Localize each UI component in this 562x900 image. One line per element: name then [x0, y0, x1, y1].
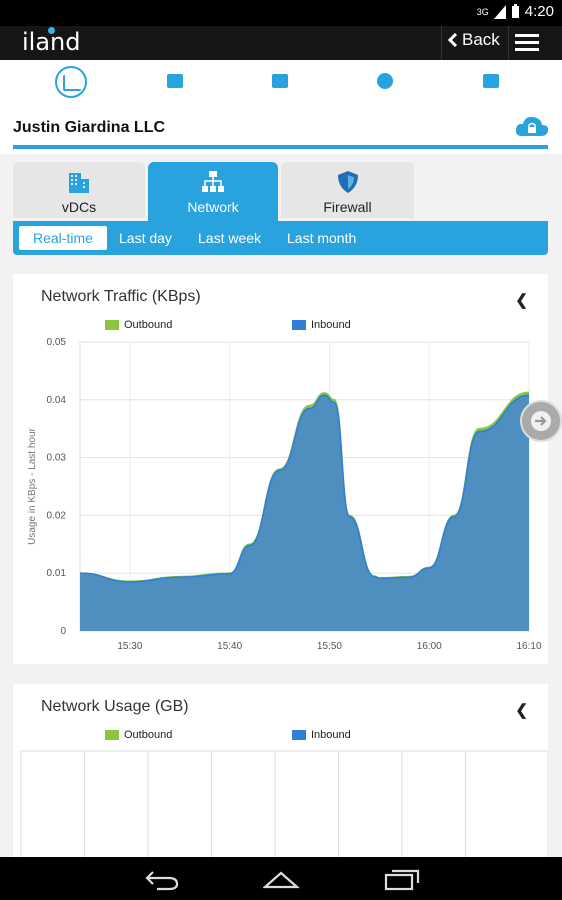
range-last-day[interactable]: Last day: [119, 226, 172, 250]
network-type: 3G: [476, 6, 489, 17]
network-traffic-chart: 0.05 0.04 0.03 0.02 0.01 0 15:30 15:40 15:50 16:0…: [27, 337, 542, 652]
home-nav-icon[interactable]: [263, 869, 299, 891]
chevron-left-icon: [448, 33, 458, 47]
company-header: Justin Giardina LLC: [0, 104, 562, 154]
iland-logo: iland: [22, 27, 81, 56]
next-arrow-button[interactable]: [520, 400, 562, 442]
bar-chart-icon[interactable]: [55, 66, 87, 98]
tab-label: Network: [187, 199, 239, 215]
y-tick-label: 0: [60, 626, 66, 637]
back-nav-icon[interactable]: [145, 869, 179, 891]
app-bar: iland Back: [0, 26, 562, 60]
network-traffic-card: Network Traffic (KBps) ❮ Outbound Inboun…: [13, 274, 548, 664]
x-tick-label: 15:50: [317, 641, 342, 652]
clock: 4:20: [524, 3, 554, 20]
signal-icon: [493, 4, 506, 19]
x-tick-label: 16:00: [417, 641, 442, 652]
menu-icon[interactable]: [515, 34, 539, 52]
billing-icon[interactable]: [160, 66, 190, 96]
range-last-week[interactable]: Last week: [198, 226, 261, 250]
range-last-month[interactable]: Last month: [287, 226, 356, 250]
recents-nav-icon[interactable]: [384, 869, 420, 891]
network-icon: [202, 171, 224, 192]
status-bar: 3G 4:20: [0, 0, 562, 26]
y-tick-label: 0.03: [47, 453, 67, 464]
tab-label: vDCs: [61, 199, 97, 215]
tab-vdcs[interactable]: vDCs: [13, 162, 145, 218]
icon-nav-bar: [0, 60, 562, 105]
x-tick-label: 15:40: [217, 641, 242, 652]
tab-firewall[interactable]: Firewall: [281, 162, 414, 218]
back-label: Back: [462, 30, 500, 49]
building-icon: [69, 173, 89, 193]
y-tick-label: 0.02: [47, 510, 67, 521]
plot-area: [20, 750, 548, 864]
x-tick-label: 15:30: [117, 641, 142, 652]
arrow-right-icon: [535, 416, 547, 426]
network-usage-card: Network Usage (GB) ❮ Outbound Inbound: [13, 684, 548, 864]
y-tick-label: 0.01: [47, 568, 67, 579]
back-button[interactable]: Back: [448, 30, 500, 50]
y-tick-label: 0.04: [47, 395, 67, 406]
battery-icon: [511, 4, 519, 18]
time-range-selector: Real-time Last day Last week Last month: [13, 221, 548, 255]
alert-icon[interactable]: [476, 66, 506, 96]
shield-icon: [337, 171, 358, 193]
message-icon[interactable]: [265, 66, 295, 96]
x-tick-label: 16:10: [516, 641, 541, 652]
tab-network[interactable]: Network: [148, 162, 278, 222]
y-tick-label: 0.05: [47, 337, 67, 348]
range-real-time[interactable]: Real-time: [19, 226, 107, 250]
globe-icon[interactable]: [370, 66, 400, 96]
tab-label: Firewall: [323, 199, 372, 215]
company-name: Justin Giardina LLC: [13, 119, 166, 136]
system-nav-bar: [0, 857, 562, 900]
y-axis-label: Usage in KBps - Last hour: [27, 427, 38, 544]
network-usage-chart: [20, 750, 548, 864]
cloud-lock-icon[interactable]: [515, 115, 549, 137]
header-divider: [13, 145, 548, 149]
